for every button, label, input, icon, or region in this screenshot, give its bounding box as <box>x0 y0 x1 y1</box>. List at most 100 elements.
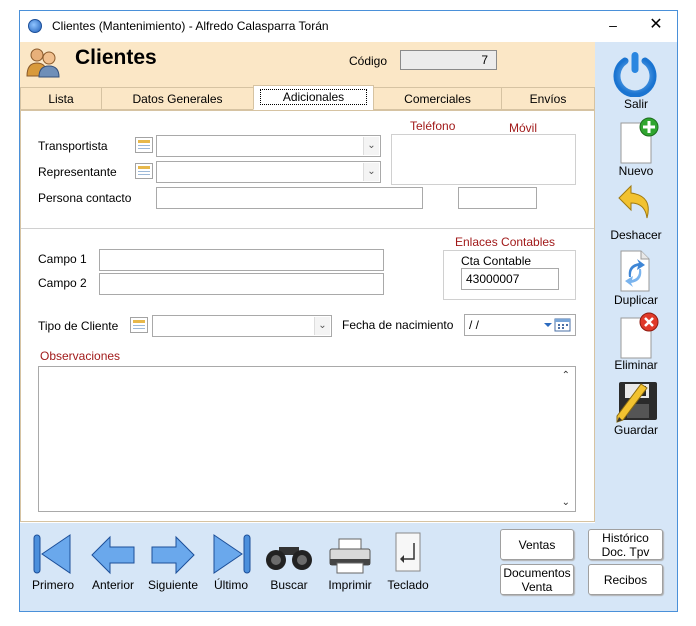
imprimir-label: Imprimir <box>328 578 372 592</box>
transportista-combo[interactable]: ⌄ <box>156 135 381 157</box>
tipo-cliente-label: Tipo de Cliente <box>38 319 119 333</box>
persona-contacto-label: Persona contacto <box>38 191 132 205</box>
guardar-button[interactable]: Guardar <box>595 378 677 442</box>
siguiente-button[interactable]: Siguiente <box>144 523 202 595</box>
campo2-input[interactable] <box>99 273 384 295</box>
historico-label-line1: Histórico <box>602 530 649 545</box>
keyboard-enter-icon <box>395 532 421 572</box>
persona-contacto-input[interactable] <box>156 187 423 209</box>
salir-button[interactable]: Salir <box>595 46 677 111</box>
siguiente-label: Siguiente <box>147 578 199 592</box>
campo1-label: Campo 1 <box>38 252 87 266</box>
undo-icon <box>618 184 649 219</box>
tab-lista[interactable]: Lista <box>20 87 102 110</box>
observaciones-textarea[interactable]: ⌃ ⌄ <box>38 366 576 512</box>
fecha-nacimiento-label: Fecha de nacimiento <box>342 318 454 332</box>
tipo-cliente-picker-icon[interactable] <box>130 317 148 333</box>
minimize-button[interactable]: – <box>603 14 623 36</box>
imprimir-button[interactable]: Imprimir <box>322 523 378 595</box>
new-document-icon <box>620 117 659 164</box>
delete-icon <box>620 312 659 359</box>
nuevo-button[interactable]: Nuevo <box>595 117 677 181</box>
observaciones-label: Observaciones <box>40 349 121 363</box>
eliminar-button[interactable]: Eliminar <box>595 312 677 376</box>
codigo-label: Código <box>349 54 388 68</box>
duplicar-button[interactable]: Duplicar <box>595 247 677 311</box>
guardar-label: Guardar <box>613 423 659 437</box>
deshacer-button[interactable]: Deshacer <box>595 182 677 246</box>
transportista-picker-icon[interactable] <box>135 137 153 153</box>
ultimo-label: Último <box>213 578 248 592</box>
buscar-button[interactable]: Buscar <box>264 523 314 595</box>
binoculars-icon <box>266 547 312 570</box>
teclado-label: Teclado <box>387 578 429 592</box>
users-icon <box>26 48 60 78</box>
tab-adicionales-label: Adicionales <box>259 89 368 105</box>
eliminar-label: Eliminar <box>614 358 658 372</box>
fecha-nacimiento-value: / / <box>469 318 480 332</box>
documentos-venta-button[interactable]: Documentos Venta <box>500 564 574 595</box>
codigo-field[interactable]: 7 <box>400 50 497 70</box>
tab-envios[interactable]: Envíos <box>501 87 595 110</box>
arrow-left-icon <box>91 535 135 575</box>
deshacer-label: Deshacer <box>610 228 662 242</box>
cta-contable-label: Cta Contable <box>461 254 532 268</box>
title-bar: Clientes (Mantenimiento) - Alfredo Calas… <box>20 11 677 42</box>
campo2-label: Campo 2 <box>38 276 87 290</box>
duplicar-label: Duplicar <box>613 293 658 307</box>
enlaces-contables-label: Enlaces Contables <box>455 235 556 249</box>
tab-adicionales[interactable]: Adicionales <box>253 85 374 110</box>
chevron-down-icon: ⌄ <box>314 317 330 335</box>
movil-label: Móvil <box>509 121 538 135</box>
window-title: Clientes (Mantenimiento) - Alfredo Calas… <box>52 19 329 33</box>
tab-datos-generales[interactable]: Datos Generales <box>101 87 254 110</box>
representante-label: Representante <box>38 165 117 179</box>
arrow-right-icon <box>151 535 195 575</box>
representante-picker-icon[interactable] <box>135 163 153 179</box>
ventas-button[interactable]: Ventas <box>500 529 574 560</box>
historico-label-line2: Doc. Tpv <box>601 544 650 559</box>
window: Clientes (Mantenimiento) - Alfredo Calas… <box>19 10 678 612</box>
section-divider <box>21 228 594 229</box>
ultimo-button[interactable]: Último <box>206 523 256 595</box>
teclado-button[interactable]: Teclado <box>382 523 434 595</box>
adicionales-panel: Transportista ⌄ Representante ⌄ Teléfono… <box>20 110 595 522</box>
contacto-telefono-input[interactable] <box>458 187 537 209</box>
calendar-icon[interactable] <box>542 318 572 332</box>
close-button[interactable]: ✕ <box>646 14 666 36</box>
buscar-label: Buscar <box>270 578 308 592</box>
salir-label: Salir <box>623 97 648 111</box>
save-icon <box>616 382 657 423</box>
documentos-venta-label-line2: Venta <box>521 579 553 594</box>
tipo-cliente-combo[interactable]: ⌄ <box>152 315 332 337</box>
bottom-toolbar: Primero Anterior Siguiente Último Buscar… <box>20 523 677 611</box>
campo1-input[interactable] <box>99 249 384 271</box>
scroll-up-icon[interactable]: ⌃ <box>562 370 570 381</box>
enlaces-contables-box: Cta Contable 43000007 <box>443 250 576 300</box>
anterior-button[interactable]: Anterior <box>88 523 138 595</box>
chevron-down-icon: ⌄ <box>363 137 379 155</box>
recibos-button[interactable]: Recibos <box>588 564 663 595</box>
telefono-movil-box[interactable] <box>391 134 576 185</box>
power-icon <box>613 52 657 97</box>
action-sidebar: Salir Nuevo Deshacer Duplicar Eliminar G… <box>595 42 677 523</box>
last-record-icon <box>213 534 251 574</box>
fecha-nacimiento-input[interactable]: / / <box>464 314 576 336</box>
documentos-venta-label-line1: Documentos <box>503 565 571 580</box>
app-icon <box>28 19 42 33</box>
duplicate-icon <box>620 250 650 292</box>
cta-contable-input[interactable]: 43000007 <box>461 268 559 290</box>
primero-label: Primero <box>31 578 74 592</box>
anterior-label: Anterior <box>91 578 135 592</box>
representante-combo[interactable]: ⌄ <box>156 161 381 183</box>
page-title: Clientes <box>75 46 157 69</box>
nuevo-label: Nuevo <box>618 164 654 178</box>
historico-doc-tpv-button[interactable]: Histórico Doc. Tpv <box>588 529 663 560</box>
primero-button[interactable]: Primero <box>28 523 78 595</box>
telefono-label: Teléfono <box>410 119 456 133</box>
chevron-down-icon: ⌄ <box>363 163 379 181</box>
scroll-down-icon[interactable]: ⌄ <box>562 497 570 508</box>
first-record-icon <box>33 534 71 574</box>
tab-bar: Lista Datos Generales Adicionales Comerc… <box>20 85 595 110</box>
tab-comerciales[interactable]: Comerciales <box>373 87 502 110</box>
